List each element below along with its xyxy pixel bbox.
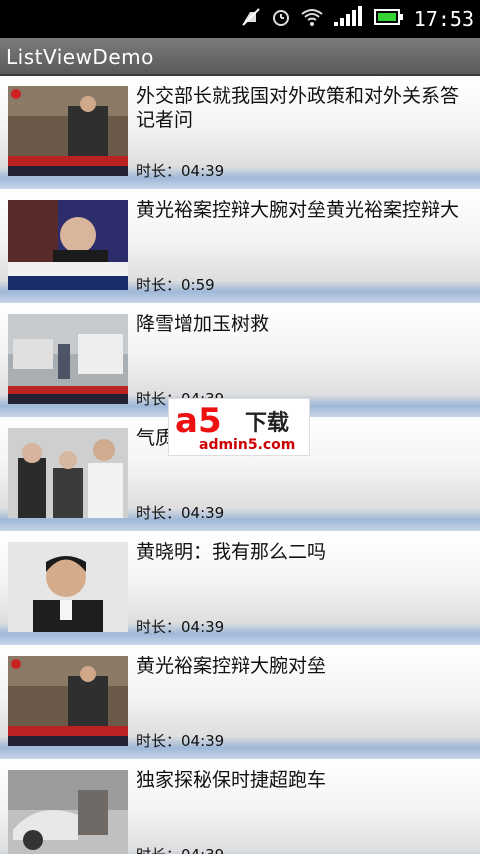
thumbnail-image (8, 656, 128, 746)
status-clock: 17:53 (413, 7, 474, 31)
item-title: 外交部长就我国对外政策和对外关系答记者问 (136, 85, 460, 131)
item-duration: 时长：04:39 (136, 618, 225, 636)
thumbnail-image (8, 200, 128, 290)
item-duration: 时长：0:59 (136, 276, 215, 294)
signal-icon (332, 6, 366, 32)
thumbnail-image (8, 428, 128, 518)
item-title: 黄光裕案控辩大腕对垒 (136, 655, 327, 677)
item-title: 降雪增加玉树救 (136, 313, 270, 335)
admin5-watermark: a5 下载 admin5.com (168, 398, 310, 456)
wifi-icon (300, 7, 324, 31)
thumbnail-image (8, 770, 128, 854)
item-title: 独家探秘保时捷超跑车 (136, 769, 327, 791)
video-list[interactable]: 外交部长就我国对外政策和对外关系答记者问 时长：04:39 黄光裕案控辩大腕对垒… (0, 76, 480, 854)
thumbnail-image (8, 314, 128, 404)
item-duration: 时长：04:39 (136, 732, 225, 750)
item-duration: 时长：04:39 (136, 162, 225, 180)
alarm-icon (270, 6, 292, 32)
app-title: ListViewDemo (6, 45, 154, 69)
status-bar: 17:53 (0, 0, 480, 38)
watermark-url: admin5.com (199, 437, 296, 453)
app-title-bar: ListViewDemo (0, 38, 480, 76)
list-item[interactable]: 黄光裕案控辩大腕对垒黄光裕案控辩大 时长：0:59 (0, 190, 480, 304)
item-duration: 时长：04:39 (136, 504, 225, 522)
list-item[interactable]: 黄光裕案控辩大腕对垒 时长：04:39 (0, 646, 480, 760)
item-title: 黄晓明：我有那么二吗 (136, 541, 327, 563)
thumbnail-image (8, 86, 128, 176)
list-item[interactable]: 黄晓明：我有那么二吗 时长：04:39 (0, 532, 480, 646)
item-title: 黄光裕案控辩大腕对垒黄光裕案控辩大 (136, 199, 460, 221)
item-duration: 时长：04:39 (136, 844, 224, 854)
watermark-logo: a5 (175, 401, 222, 441)
list-item[interactable]: 外交部长就我国对外政策和对外关系答记者问 时长：04:39 (0, 76, 480, 190)
thumbnail-image (8, 542, 128, 632)
mute-icon (240, 6, 262, 32)
battery-icon (373, 8, 404, 30)
list-item[interactable]: 独家探秘保时捷超跑车 时长：04:39 (0, 760, 480, 854)
watermark-tag: 下载 (245, 411, 290, 436)
